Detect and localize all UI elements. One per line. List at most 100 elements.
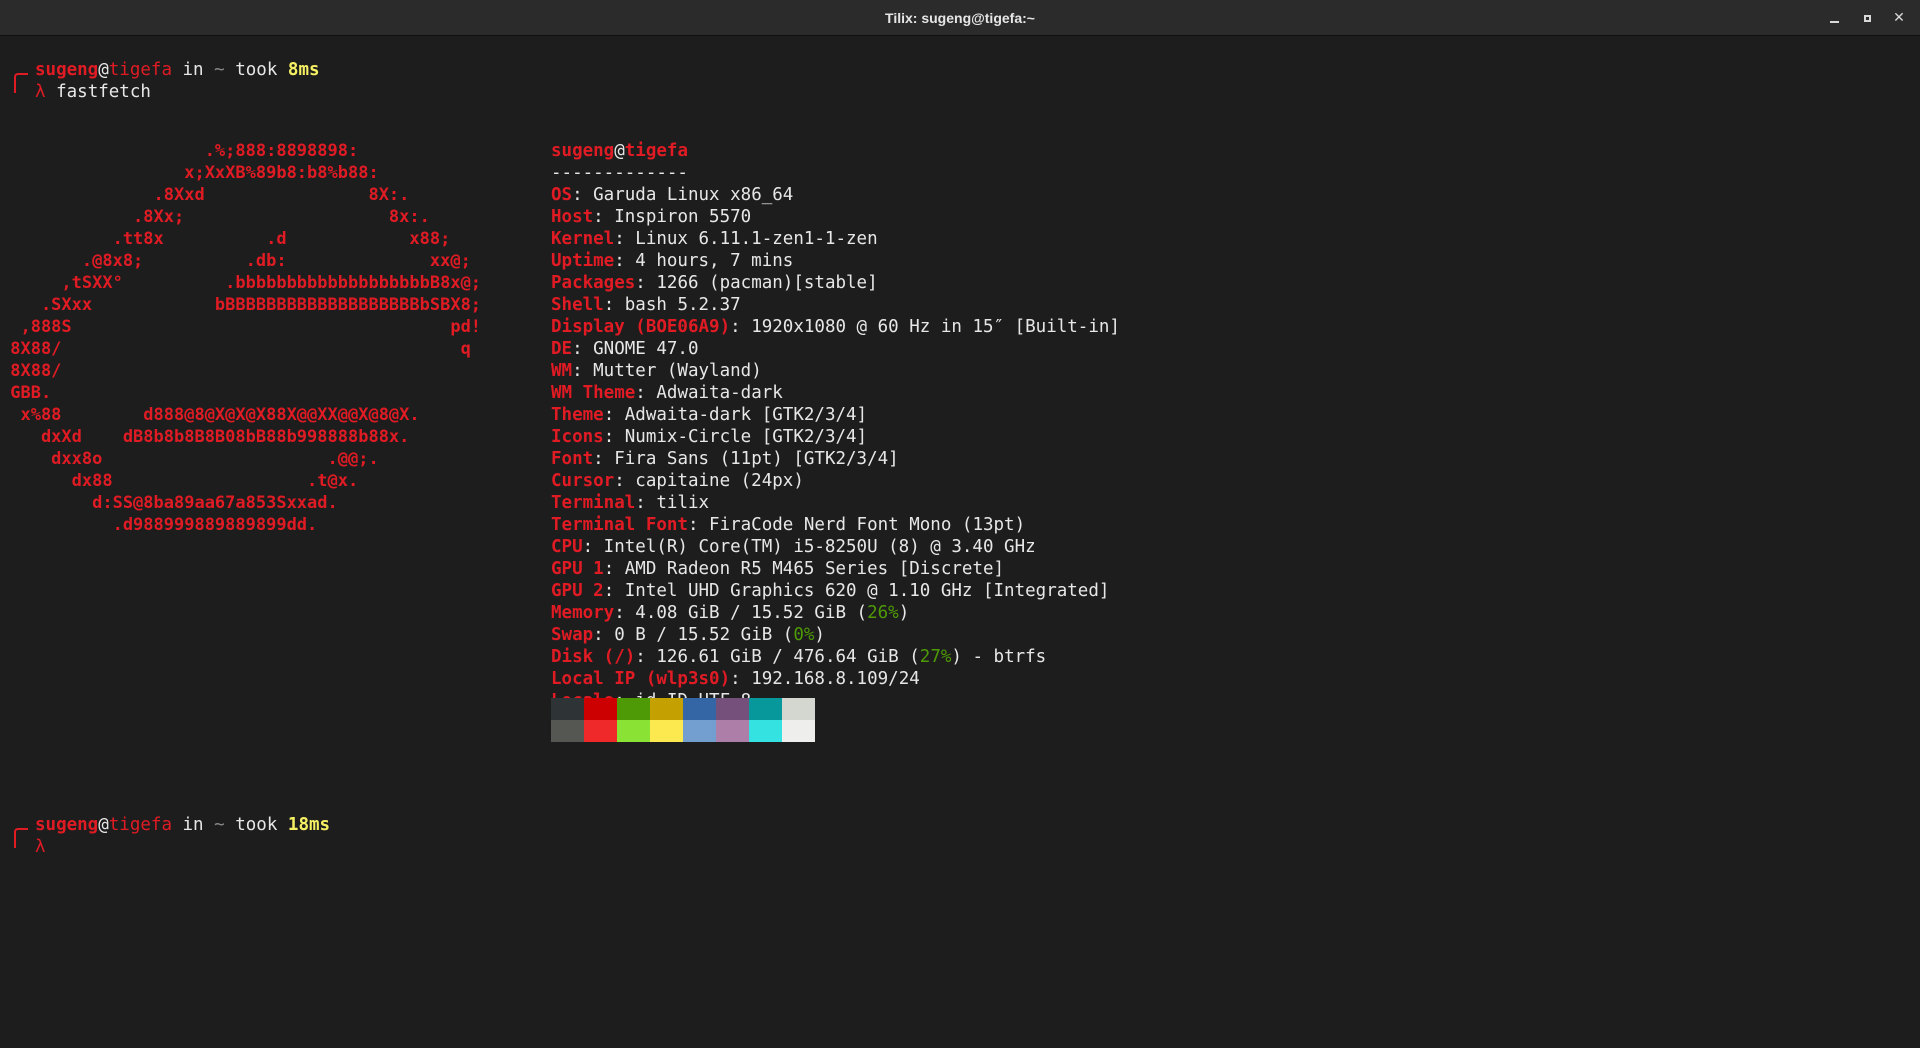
- prompt-line: sugeng@tigefa in ~ took 18ms: [35, 814, 330, 836]
- color-swatch: [650, 698, 683, 720]
- prompt-time: 18ms: [287, 815, 331, 835]
- info-value: : 4 hours, 7 mins: [614, 251, 794, 271]
- info-row: OS: Garuda Linux x86_64: [551, 184, 793, 206]
- color-swatch: [617, 720, 650, 742]
- swap-percent: 0%: [793, 625, 815, 645]
- logo-line: ,888S pd!: [0, 317, 482, 337]
- info-key: Cursor: [551, 471, 615, 491]
- color-swatch: [749, 698, 782, 720]
- logo-line: 8X88/ q: [0, 339, 471, 359]
- info-key: OS: [551, 185, 573, 205]
- color-swatch: [650, 720, 683, 742]
- info-row: CPU: Intel(R) Core(TM) i5-8250U (8) @ 3.…: [551, 536, 1036, 558]
- color-palette: [551, 698, 815, 742]
- info-row: Uptime: 4 hours, 7 mins: [551, 250, 793, 272]
- logo-line: .d988999889889899dd.: [0, 515, 318, 535]
- info-at: @: [614, 141, 625, 161]
- input-line[interactable]: λ: [35, 836, 46, 858]
- close-icon: ✕: [1893, 10, 1905, 26]
- info-value: : Numix-Circle [GTK2/3/4]: [603, 427, 868, 447]
- color-swatch: [551, 720, 584, 742]
- info-value: : 192.168.8.109/24: [730, 669, 920, 689]
- logo-line: x;XxXB%89b8:b8%b88:: [0, 163, 379, 183]
- info-separator: -------------: [551, 163, 688, 183]
- logo-line: .SXxx bBBBBBBBBBBBBBBBBBBBbSBX8;: [0, 295, 482, 315]
- info-value: : Adwaita-dark: [635, 383, 783, 403]
- prompt-took: took: [224, 60, 288, 80]
- lambda-icon: λ: [35, 82, 46, 102]
- info-key: Font: [551, 449, 594, 469]
- info-host: tigefa: [624, 141, 688, 161]
- info-value: : Inspiron 5570: [593, 207, 752, 227]
- color-swatch: [749, 720, 782, 742]
- info-value: : 0 B / 15.52 GiB (: [593, 625, 794, 645]
- disk-percent: 27%: [919, 647, 952, 667]
- info-key: Display (BOE06A9): [551, 317, 731, 337]
- memory-percent: 26%: [867, 603, 899, 623]
- info-row: GPU 1: AMD Radeon R5 M465 Series [Discre…: [551, 558, 1004, 580]
- info-row: Display (BOE06A9): 1920x1080 @ 60 Hz in …: [551, 316, 1120, 338]
- color-swatch: [782, 698, 815, 720]
- prompt-corner-icon: [14, 828, 28, 848]
- info-value: : Adwaita-dark [GTK2/3/4]: [603, 405, 868, 425]
- info-row: GPU 2: Intel UHD Graphics 620 @ 1.10 GHz…: [551, 580, 1109, 602]
- info-value-tail: ): [898, 603, 910, 623]
- info-value: : 4.08 GiB / 15.52 GiB (: [614, 603, 868, 623]
- info-key: Terminal: [551, 493, 636, 513]
- info-value: : 126.61 GiB / 476.64 GiB (: [635, 647, 920, 667]
- info-key: GPU 2: [551, 581, 604, 601]
- title-bar[interactable]: Tilix: sugeng@tigefa:~ ✕: [0, 0, 1920, 36]
- logo-line: .8Xxd 8X:.: [0, 185, 410, 205]
- info-value: : Mutter (Wayland): [572, 361, 762, 381]
- logo-line: 8X88/: [0, 361, 62, 381]
- terminal-area[interactable]: sugeng@tigefa in ~ took 8ms λ fastfetch …: [0, 36, 1920, 1048]
- logo-line: d:SS@8ba89aa67a853Sxxad.: [0, 493, 338, 513]
- info-key: Kernel: [551, 229, 615, 249]
- info-row: Font: Fira Sans (11pt) [GTK2/3/4]: [551, 448, 899, 470]
- logo-line: x%88 d888@8@X@X@X88X@@XX@@X@8@X.: [0, 405, 420, 425]
- info-key: Theme: [551, 405, 604, 425]
- prompt-dir: ~: [214, 815, 225, 835]
- info-value-tail: ) - btrfs: [951, 647, 1047, 667]
- info-row: Terminal Font: FiraCode Nerd Font Mono (…: [551, 514, 1025, 536]
- color-swatch: [782, 720, 815, 742]
- info-value: : AMD Radeon R5 M465 Series [Discrete]: [603, 559, 1005, 579]
- info-key: Shell: [551, 295, 604, 315]
- info-value: : bash 5.2.37: [603, 295, 741, 315]
- info-key: Swap: [551, 625, 594, 645]
- info-value: : tilix: [635, 493, 710, 513]
- info-value: : capitaine (24px): [614, 471, 804, 491]
- info-key: Packages: [551, 273, 636, 293]
- command-line: λ fastfetch: [35, 81, 151, 103]
- info-row: WM: Mutter (Wayland): [551, 360, 762, 382]
- logo-line: ,tSXX° .bbbbbbbbbbbbbbbbbbbB8x@;: [0, 273, 482, 293]
- logo-line: .%;888:8898898:: [0, 141, 359, 161]
- minimize-button[interactable]: [1824, 8, 1844, 28]
- prompt-dir: ~: [214, 60, 225, 80]
- info-title: sugeng@tigefa: [551, 140, 688, 162]
- close-button[interactable]: ✕: [1889, 8, 1909, 28]
- color-swatch: [551, 698, 584, 720]
- info-user: sugeng: [551, 141, 615, 161]
- info-key: CPU: [551, 537, 583, 557]
- info-row: Shell: bash 5.2.37: [551, 294, 741, 316]
- color-swatch: [584, 698, 617, 720]
- logo-line: dx88 .t@x.: [0, 471, 359, 491]
- info-row: Kernel: Linux 6.11.1-zen1-1-zen: [551, 228, 878, 250]
- info-row: Cursor: capitaine (24px): [551, 470, 804, 492]
- logo-line: dxXd dB8b8b8B8B08bB88b998888b88x.: [0, 427, 410, 447]
- info-row: Terminal: tilix: [551, 492, 709, 514]
- window-title: Tilix: sugeng@tigefa:~: [885, 10, 1035, 26]
- info-value: : FiraCode Nerd Font Mono (13pt): [687, 515, 1026, 535]
- minimize-icon: [1829, 20, 1839, 23]
- prompt-host: tigefa: [108, 60, 172, 80]
- info-row: DE: GNOME 47.0: [551, 338, 699, 360]
- maximize-button[interactable]: [1857, 8, 1877, 28]
- prompt-in: in: [171, 60, 215, 80]
- prompt-line: sugeng@tigefa in ~ took 8ms: [35, 59, 320, 81]
- logo-line: dxx8o .@@;.: [0, 449, 379, 469]
- color-swatch: [617, 698, 650, 720]
- prompt-took: took: [224, 815, 288, 835]
- info-row-local-ip: Local IP (wlp3s0): 192.168.8.109/24: [551, 668, 920, 690]
- info-key: WM: [551, 361, 573, 381]
